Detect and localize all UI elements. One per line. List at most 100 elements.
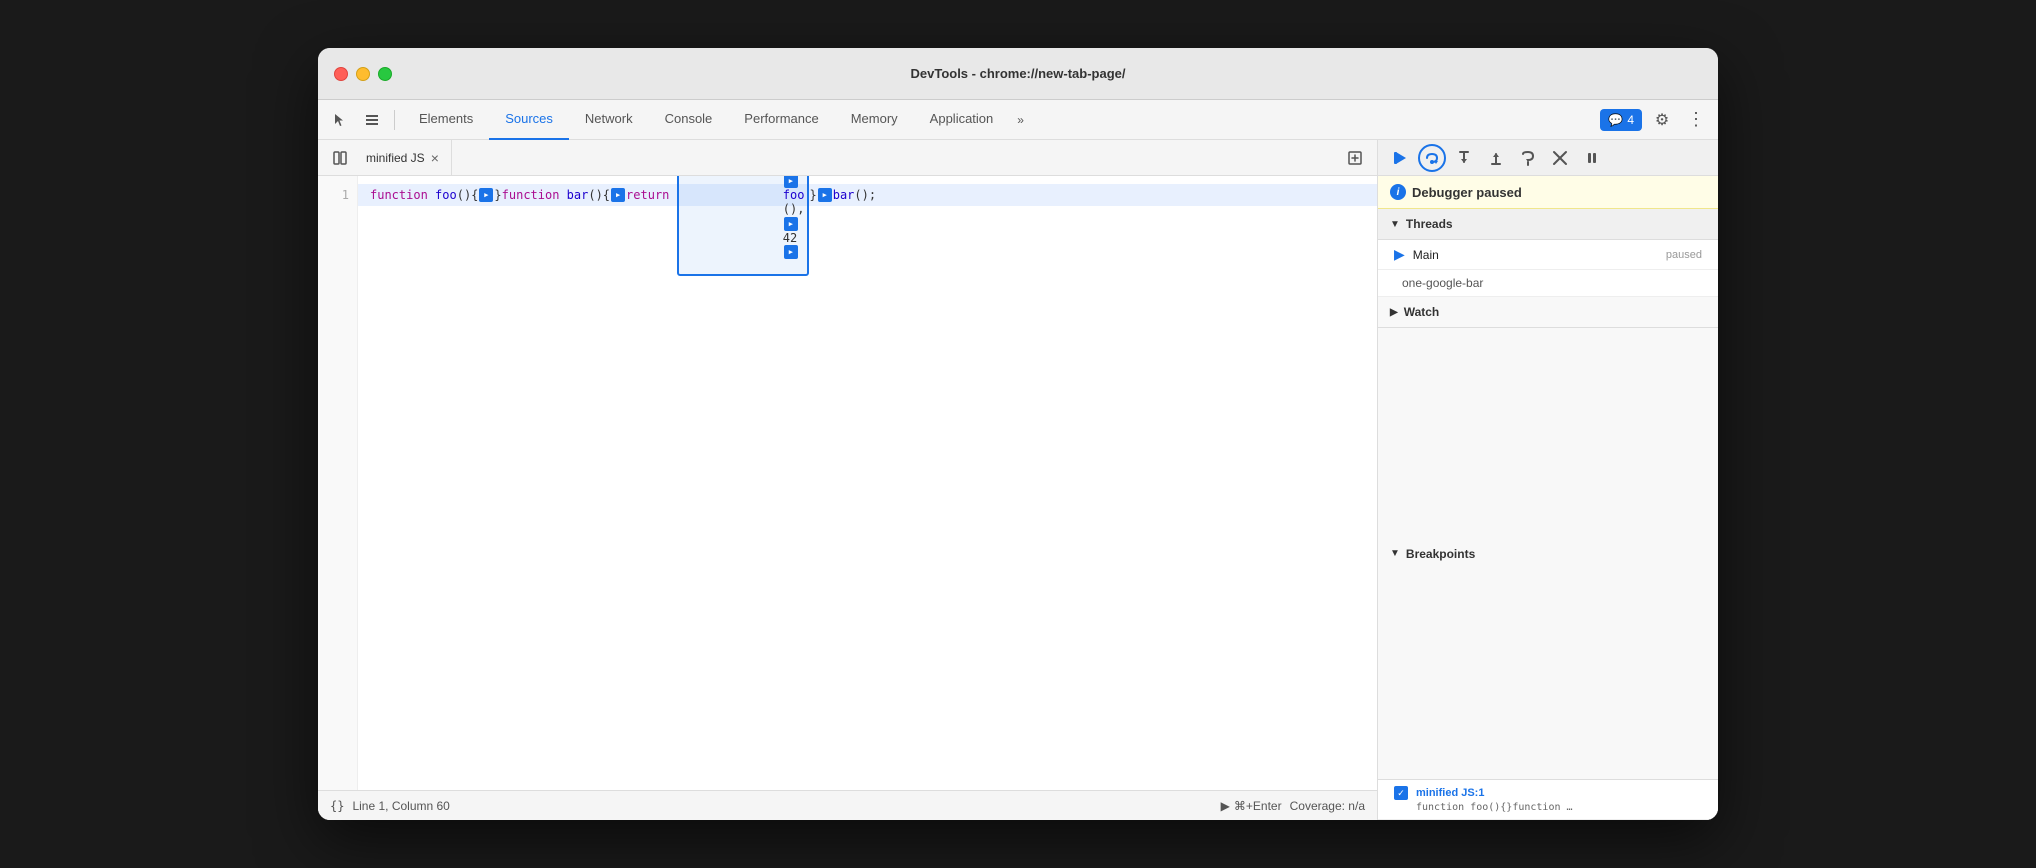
debugger-paused-banner: i Debugger paused	[1378, 176, 1718, 209]
breakpoint-7-icon	[818, 188, 832, 202]
message-icon: 💬	[1608, 113, 1623, 127]
line-numbers: 1	[318, 176, 358, 790]
breakpoint-6-icon	[784, 245, 798, 259]
settings-icon[interactable]: ⚙	[1648, 106, 1676, 134]
code-paren-2: (){	[588, 188, 610, 202]
main-thread-name: Main	[1413, 248, 1658, 262]
tab-sources[interactable]: Sources	[489, 100, 569, 140]
breakpoint-4-icon	[784, 176, 798, 188]
position-label: Line 1, Column 60	[352, 799, 449, 813]
breakpoint-checkbox[interactable]: ✓	[1394, 786, 1408, 800]
editor-body: 1 function foo (){ } function bar (){	[318, 176, 1377, 790]
watch-triangle: ▶	[1390, 307, 1398, 318]
call-2: (),	[783, 202, 805, 216]
coverage-label: Coverage: n/a	[1290, 799, 1365, 813]
tab-bar: Elements Sources Network Console Perform…	[403, 100, 1596, 140]
step-over-button[interactable]	[1418, 144, 1446, 172]
deactivate-breakpoints-button[interactable]	[1546, 144, 1574, 172]
window-title: DevTools - chrome://new-tab-page/	[910, 66, 1125, 81]
maximize-button[interactable]	[378, 67, 392, 81]
traffic-lights	[334, 67, 392, 81]
fn-foo-call-2: foo	[783, 188, 805, 202]
threads-triangle: ▼	[1390, 219, 1400, 230]
main-thread-arrow: ▶	[1394, 246, 1405, 263]
tab-elements[interactable]: Elements	[403, 100, 489, 140]
more-tabs-button[interactable]: »	[1009, 100, 1032, 140]
badge-count: 4	[1627, 113, 1634, 127]
fn-bar-call: bar	[833, 188, 855, 202]
code-line-1: function foo (){ } function bar (){ retu…	[358, 184, 1377, 206]
close-button[interactable]	[334, 67, 348, 81]
drawer-icon[interactable]	[358, 106, 386, 134]
line-number-1: 1	[318, 184, 357, 206]
format-icon[interactable]: {}	[330, 799, 344, 813]
tab-network[interactable]: Network	[569, 100, 649, 140]
minimize-button[interactable]	[356, 67, 370, 81]
breakpoint-filename: minified JS:1	[1416, 787, 1484, 799]
watch-section-header[interactable]: ▶ Watch	[1378, 297, 1718, 328]
menu-icon[interactable]: ⋮	[1682, 106, 1710, 134]
code-paren-1: (){	[457, 188, 479, 202]
code-close-1: }	[494, 188, 501, 202]
run-arrow-icon: ▶	[1221, 799, 1230, 813]
keyword-function-1: function	[370, 188, 435, 202]
editor-tabs: minified JS ×	[318, 140, 1377, 176]
main-thread-status: paused	[1666, 249, 1702, 261]
main-toolbar: Elements Sources Network Console Perform…	[318, 100, 1718, 140]
devtools-window: DevTools - chrome://new-tab-page/ Elemen…	[318, 48, 1718, 820]
tab-console[interactable]: Console	[649, 100, 729, 140]
code-close-2: }	[809, 188, 816, 202]
run-shortcut-label: ⌘+Enter	[1234, 799, 1282, 813]
messages-badge[interactable]: 💬 4	[1600, 109, 1642, 131]
keyword-return: return	[626, 188, 669, 202]
keyword-function-2: function	[502, 188, 567, 202]
tab-application[interactable]: Application	[914, 100, 1010, 140]
editor-nav-icon[interactable]	[1341, 144, 1369, 172]
breakpoints-section-header[interactable]: ▼ Breakpoints	[1378, 328, 1718, 780]
editor-panel: minified JS × 1 fun	[318, 140, 1378, 820]
step-out-button[interactable]	[1482, 144, 1510, 172]
sub-thread-item[interactable]: one-google-bar	[1378, 270, 1718, 297]
toolbar-right: 💬 4 ⚙ ⋮	[1600, 106, 1710, 134]
titlebar: DevTools - chrome://new-tab-page/	[318, 48, 1718, 100]
step-button[interactable]	[1514, 144, 1542, 172]
main-content: minified JS × 1 fun	[318, 140, 1718, 820]
step-into-button[interactable]	[1450, 144, 1478, 172]
status-bar-right: ▶ ⌘+Enter Coverage: n/a	[1221, 799, 1365, 813]
breakpoint-item-1[interactable]: ✓ minified JS:1 function foo(){}function…	[1378, 780, 1718, 820]
close-tab-icon[interactable]: ×	[431, 150, 439, 166]
number-42: 42	[783, 231, 797, 245]
status-bar: {} Line 1, Column 60 ▶ ⌘+Enter Coverage:…	[318, 790, 1377, 820]
run-button[interactable]: ▶ ⌘+Enter	[1221, 799, 1282, 813]
fn-foo: foo	[435, 188, 457, 202]
main-thread-item[interactable]: ▶ Main paused	[1378, 240, 1718, 270]
watch-label: Watch	[1404, 305, 1440, 319]
breakpoint-label: ✓ minified JS:1	[1394, 786, 1702, 800]
separator	[394, 110, 395, 130]
breakpoints-triangle: ▼	[1390, 548, 1400, 559]
info-icon: i	[1390, 184, 1406, 200]
threads-section-header[interactable]: ▼ Threads	[1378, 209, 1718, 240]
editor-tab-label: minified JS	[366, 151, 425, 165]
paused-label: Debugger paused	[1412, 185, 1522, 200]
threads-label: Threads	[1406, 217, 1453, 231]
breakpoint-2-icon	[611, 188, 625, 202]
cursor-icon[interactable]	[326, 106, 354, 134]
resume-button[interactable]	[1386, 144, 1414, 172]
breakpoint-code: function foo(){}function …	[1416, 802, 1702, 813]
minified-js-tab[interactable]: minified JS ×	[354, 140, 452, 176]
breakpoint-1-icon	[479, 188, 493, 202]
pause-on-exception-button[interactable]	[1578, 144, 1606, 172]
fn-bar: bar	[567, 188, 589, 202]
call-bar: ();	[854, 188, 876, 202]
code-space	[669, 188, 676, 202]
sub-thread-name: one-google-bar	[1402, 276, 1483, 290]
tab-memory[interactable]: Memory	[835, 100, 914, 140]
selected-code-region: foo (), foo (), 42	[677, 176, 810, 276]
debugger-toolbar	[1378, 140, 1718, 176]
toggle-sources-icon[interactable]	[326, 144, 354, 172]
code-area[interactable]: function foo (){ } function bar (){ retu…	[358, 176, 1377, 790]
debugger-panel: i Debugger paused ▼ Threads ▶ Main pause…	[1378, 140, 1718, 820]
breakpoints-label: Breakpoints	[1406, 547, 1475, 561]
tab-performance[interactable]: Performance	[728, 100, 834, 140]
